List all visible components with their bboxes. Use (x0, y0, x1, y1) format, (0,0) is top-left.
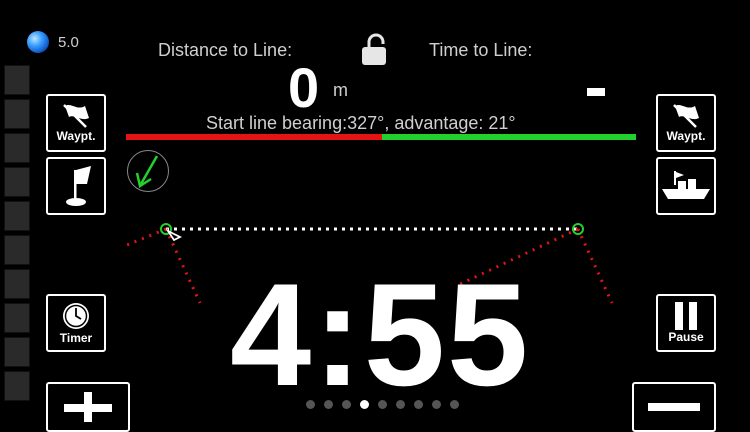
starboard-advantage-bar (382, 134, 636, 140)
strip-segment (4, 235, 30, 265)
wind-arrow-icon (135, 155, 159, 189)
add-minute-button[interactable] (46, 382, 130, 432)
countdown-timer: 4:55 (230, 253, 531, 416)
layline (121, 227, 167, 249)
strip-segment (4, 99, 30, 129)
start-line-bearing: Start line bearing:327°, advantage: 21° (206, 113, 516, 133)
committee-boat-button[interactable] (656, 157, 716, 215)
strip-segment (4, 65, 30, 95)
plus-icon (64, 392, 112, 422)
distance-to-line-label: Distance to Line: (158, 40, 293, 60)
timer-label: Timer (59, 331, 93, 345)
distance-unit: m (333, 80, 348, 100)
waypoint-left-button[interactable]: Waypt. (46, 94, 106, 152)
pause-label: Pause (668, 330, 704, 344)
strip-segment (4, 371, 30, 401)
strip-segment (4, 133, 30, 163)
pin-flag-icon (66, 166, 91, 206)
subtract-minute-button[interactable] (632, 382, 716, 432)
pause-icon (675, 302, 697, 330)
strip-segment (4, 167, 30, 197)
page-dot[interactable] (342, 400, 351, 409)
page-dot[interactable] (432, 400, 441, 409)
waypoint-left-label: Waypt. (56, 129, 96, 143)
waypoint-right-label: Waypt. (666, 129, 706, 143)
page-dot[interactable] (396, 400, 405, 409)
time-to-line-value (587, 88, 605, 96)
flag-icon (63, 104, 89, 128)
page-dot[interactable] (378, 400, 387, 409)
page-dot[interactable] (450, 400, 459, 409)
page-indicator[interactable] (306, 400, 459, 409)
minus-icon (648, 403, 700, 411)
time-to-line-label: Time to Line: (429, 40, 533, 60)
pause-button[interactable]: Pause (656, 294, 716, 352)
strip-segment (4, 303, 30, 333)
layline (576, 228, 614, 304)
boat-position-marker (165, 228, 183, 242)
gps-status-icon (27, 31, 49, 53)
signal-strength-strip (4, 65, 30, 405)
clock-icon (63, 303, 89, 329)
unlock-icon[interactable] (360, 33, 390, 67)
strip-segment (4, 201, 30, 231)
strip-segment (4, 269, 30, 299)
layline (164, 228, 202, 304)
page-dot[interactable] (324, 400, 333, 409)
version-label: 5.0 (58, 34, 79, 51)
timer-button[interactable]: Timer (46, 294, 106, 352)
page-dot[interactable] (360, 400, 369, 409)
port-advantage-bar (126, 134, 382, 140)
strip-segment (4, 337, 30, 367)
page-dot[interactable] (414, 400, 423, 409)
waypoint-right-button[interactable]: Waypt. (656, 94, 716, 152)
pin-end-button[interactable] (46, 157, 106, 215)
wind-direction-indicator (127, 150, 169, 192)
distance-value: 0 (288, 56, 320, 119)
boat-icon (662, 171, 710, 199)
page-dot[interactable] (306, 400, 315, 409)
flag-icon (673, 104, 699, 128)
